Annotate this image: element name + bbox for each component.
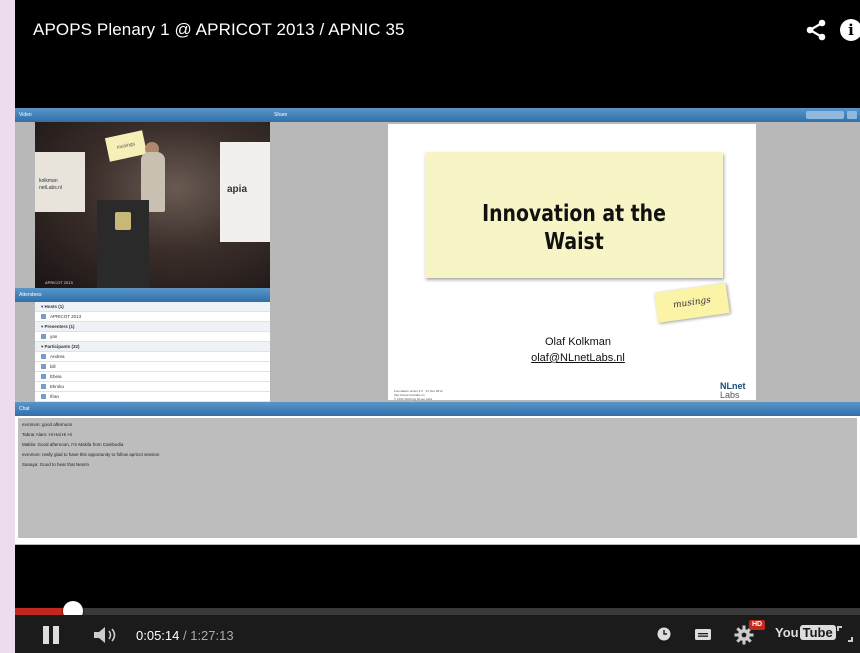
video-title[interactable]: APOPS Plenary 1 @ APRICOT 2013 / APNIC 3… [33,20,405,40]
chat-panel-header: Chat [15,402,860,416]
slide-footer: Foundation series 3.0 · 13 Nov 2012 http:… [394,389,443,401]
attendees-panel-header: Attendees [15,288,270,302]
slide-title-card: Innovation at the Waist [425,152,723,278]
chat-message: evromon: really glad to have this opport… [22,452,160,457]
video-panel-title: Video [19,112,32,118]
attendee-label: Presenters (1) [44,324,75,329]
screen-board-text: kolkman netLabs.nl [39,178,63,191]
youtube-logo-tube: Tube [799,625,836,640]
presentation-slide: Innovation at the Waist musings Olaf Kolk… [388,124,756,401]
slide-sticky-note: musings [654,283,730,323]
attendee-group[interactable]: ▾ Participants (32) [35,342,270,352]
slide-title: Innovation at the Waist [482,201,666,255]
attendee-row[interactable]: bill [35,362,270,372]
duration: 1:27:13 [190,628,234,643]
chat-panel-title: Chat [19,406,30,412]
chat-panel: Chat evromon: good afternoon Tabrar Alam:… [15,402,860,544]
chat-messages[interactable]: evromon: good afternoon Tabrar Alam: Hi H… [18,418,857,538]
speaker-image: kolkman netLabs.nl apia musings APRICOT 2… [35,122,270,288]
share-menu-button[interactable] [847,111,857,119]
share-panel-header: Share [270,108,860,122]
nlnet-labs-logo: NLnet Labs [720,381,746,400]
attendee-label: Ebeia [50,374,62,379]
captions-icon[interactable] [695,629,711,640]
video-frame[interactable]: Video kolkman netLabs.nl apia musings APR… [15,108,860,545]
attendee-row[interactable]: Ifran [35,392,270,402]
video-caption: APRICOT 2013 [45,280,73,285]
attendees-list[interactable]: ▾ Hosts (1) APRICOT 2013 ▾ Presenters (1) y… [35,302,270,414]
sponsor-text: apia [227,184,248,195]
attendee-row[interactable]: yan [35,332,270,342]
video-player[interactable]: APOPS Plenary 1 @ APRICOT 2013 / APNIC 3… [15,0,860,653]
attendee-label: Participants (32) [44,344,80,349]
pause-icon[interactable] [41,625,61,645]
time-separator: / [179,628,191,643]
attendee-label: Hosts (1) [44,304,64,309]
slide-author: Olaf Kolkman [544,336,612,348]
attendee-label: Ekroku [50,384,65,389]
hd-badge: HD [749,620,765,630]
chat-message: Tabrar Alam: Hi Hai Hi Hi [22,432,72,437]
user-icon [41,374,46,380]
fullscreen-share-button[interactable] [806,111,844,119]
user-icon [41,334,46,340]
attendee-label: yan [50,334,58,339]
chat-message: evromon: good afternoon [22,422,73,427]
attendees-panel-title: Attendees [19,292,42,298]
attendee-label: Ifran [50,394,60,399]
time-display: 0:05:14 / 1:27:13 [136,628,234,643]
user-icon [41,364,46,370]
slide-email: olaf@NLnetLabs.nl [531,352,625,364]
user-icon [41,394,46,400]
info-icon[interactable]: i [840,19,860,41]
watch-later-icon[interactable] [657,627,671,641]
attendee-label: bill [50,364,56,369]
attendee-label: Andrea [50,354,65,359]
fullscreen-icon[interactable] [837,626,853,642]
attendee-label: APRICOT 2013 [50,314,82,319]
chat-message: Makila: Good afternoon, I'm Makila from … [22,442,124,447]
video-panel-header: Video [15,108,270,122]
share-pane: Share Innovation at the Waist musings Ola… [270,108,860,401]
attendee-row[interactable]: APRICOT 2013 [35,312,270,322]
user-icon [41,354,46,360]
progress-bar[interactable] [15,608,860,615]
user-icon [41,314,46,320]
webcam-feed: kolkman netLabs.nl apia musings APRICOT 2… [35,122,270,288]
current-time: 0:05:14 [136,628,180,643]
podium-crest [115,212,131,230]
volume-icon[interactable] [93,626,119,644]
user-icon [41,384,46,390]
attendee-row[interactable]: Andrea [35,352,270,362]
chat-message: Sanaya: Good to hear that Nesrin [22,462,90,467]
attendee-row[interactable]: Ebeia [35,372,270,382]
share-panel-title: Share [274,112,288,118]
share-icon[interactable] [805,19,827,41]
attendee-group[interactable]: ▾ Hosts (1) [35,302,270,312]
youtube-logo[interactable]: You Tube [775,625,836,645]
control-bar: 0:05:14 / 1:27:13 HD You Tube [15,615,860,653]
attendee-group[interactable]: ▾ Presenters (1) [35,322,270,332]
attendee-row[interactable]: Ekroku [35,382,270,392]
youtube-logo-you: You [775,625,799,640]
